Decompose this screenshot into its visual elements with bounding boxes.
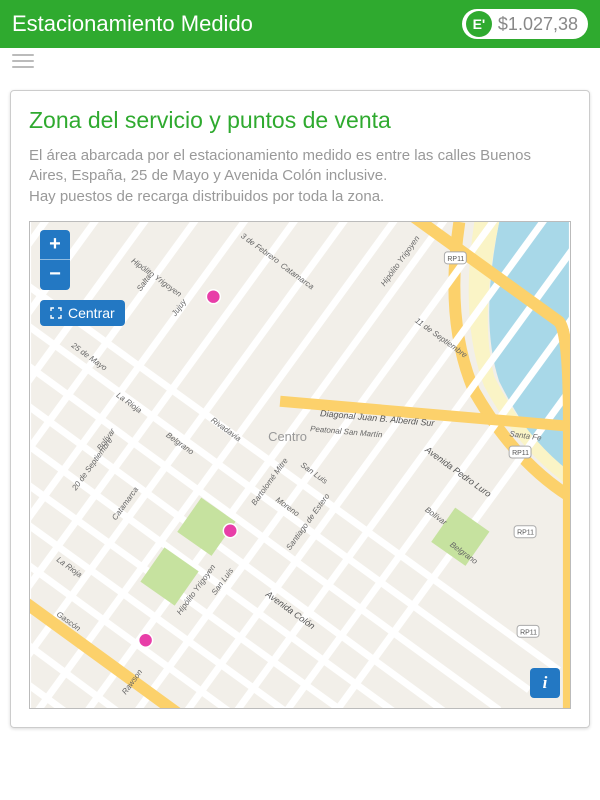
hamburger-icon[interactable] [12,54,34,68]
zoom-in-button[interactable]: + [40,230,70,260]
card-desc-line2: Hay puestos de recarga distribuidos por … [29,188,384,205]
label-centro: Centro [268,429,307,444]
center-button[interactable]: Centrar [40,300,125,326]
map-controls: + − Centrar [40,230,125,326]
app-header: Estacionamiento Medido E' $1.027,38 [0,0,600,48]
zoom-out-button[interactable]: − [40,260,70,290]
svg-text:RP11: RP11 [512,450,529,457]
balance-amount: $1.027,38 [498,14,578,35]
card-desc-line1: El área abarcada por el estacionamiento … [29,147,531,184]
svg-text:RP11: RP11 [447,256,464,263]
info-button[interactable]: i [530,668,560,698]
card-description: El área abarcada por el estacionamiento … [29,146,571,207]
zoom-control: + − [40,230,125,290]
content-card: Zona del servicio y puntos de venta El á… [10,90,590,728]
svg-text:RP11: RP11 [520,629,537,636]
center-button-label: Centrar [68,305,115,321]
toolbar [0,48,600,80]
card-title: Zona del servicio y puntos de venta [29,107,571,134]
app-title: Estacionamiento Medido [12,11,253,37]
balance-pill[interactable]: E' $1.027,38 [462,9,588,39]
map-container[interactable]: Centro Hipólito Yrigoyen 3 de Febrero Ca… [29,221,571,709]
svg-text:RP11: RP11 [517,529,534,536]
expand-icon [50,307,62,319]
balance-badge-icon: E' [466,11,492,37]
